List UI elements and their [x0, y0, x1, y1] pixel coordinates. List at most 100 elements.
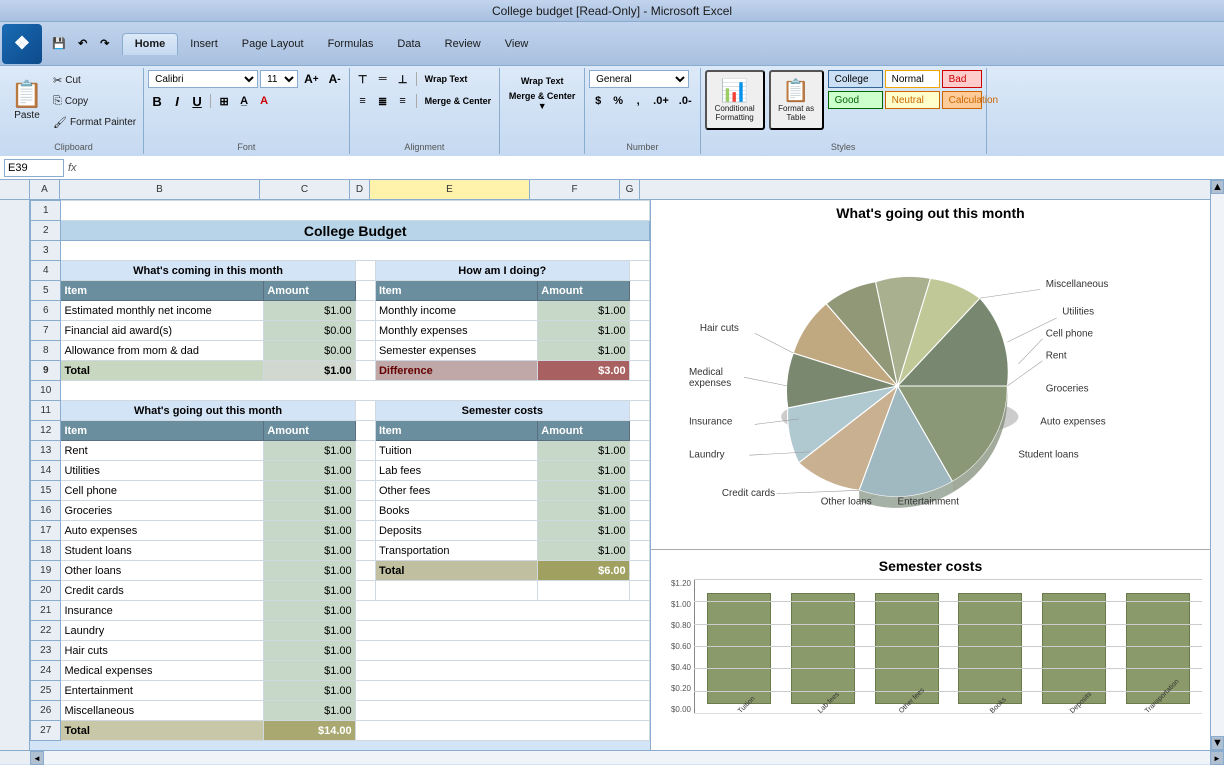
paste-button[interactable]: 📋 Paste	[8, 70, 46, 130]
conditional-formatting-button[interactable]: 📊 Conditional Formatting	[705, 70, 765, 130]
office-button[interactable]: ❖	[2, 24, 42, 64]
wrap-text-button[interactable]: Wrap Text	[421, 70, 472, 88]
accounting-button[interactable]: $	[589, 92, 607, 110]
style-neutral[interactable]: Neutral	[885, 91, 940, 109]
align-top-button[interactable]: ⊤	[354, 70, 372, 88]
border-button[interactable]: ⊞	[215, 92, 233, 110]
italic-button[interactable]: I	[168, 92, 186, 110]
title-bar: College budget [Read-Only] - Microsoft E…	[0, 0, 1224, 22]
style-bad[interactable]: Bad	[942, 70, 982, 88]
svg-text:Laundry: Laundry	[689, 449, 725, 460]
style-calculation[interactable]: Calculation	[942, 91, 982, 109]
font-group: Calibri 11 A+ A- B I U ⊞ A̲ A Font	[144, 68, 350, 154]
copy-button[interactable]: ⎘ Copy	[50, 91, 139, 111]
row-num: 21	[31, 601, 61, 621]
vertical-scrollbar[interactable]: ▲ ▼	[1210, 180, 1224, 750]
percent-button[interactable]: %	[609, 92, 627, 110]
row-num: 3	[31, 241, 61, 261]
budget-title: College Budget	[61, 221, 650, 241]
wrap-text-ribbon-button[interactable]: Wrap Text	[502, 72, 582, 90]
font-size-select[interactable]: 11	[260, 70, 298, 88]
coming-in-header: What's coming in this month	[61, 261, 355, 281]
table-row: 12 Item Amount Item Amount	[31, 421, 650, 441]
svg-text:Utilities: Utilities	[1062, 307, 1094, 318]
ribbon: 📋 Paste ✂ Cut ⎘ Copy 🖌 Format Painter	[0, 66, 1224, 156]
table-row: 8 Allowance from mom & dad $0.00 Semeste…	[31, 341, 650, 361]
svg-text:expenses: expenses	[689, 378, 731, 389]
formula-input[interactable]	[81, 162, 1220, 174]
align-center-button[interactable]: ≣	[374, 92, 392, 110]
horizontal-scrollbar[interactable]: ◄ ►	[0, 750, 1224, 764]
align-left-button[interactable]: ≡	[354, 92, 372, 110]
semester-header: Semester costs	[375, 401, 629, 421]
col-header-d: D	[350, 180, 370, 199]
col-header-b: B	[60, 180, 260, 199]
table-row: 23 Hair cuts $1.00	[31, 641, 650, 661]
table-row: 24 Medical expenses $1.00	[31, 661, 650, 681]
increase-font-button[interactable]: A+	[300, 70, 323, 88]
redo-qat-button[interactable]: ↷	[96, 35, 114, 53]
row-num: 18	[31, 541, 61, 561]
row-num: 25	[31, 681, 61, 701]
col-header-e: E	[370, 180, 530, 199]
undo-qat-button[interactable]: ↶	[74, 35, 92, 53]
fill-color-button[interactable]: A̲	[235, 92, 253, 110]
svg-text:Student loans: Student loans	[1018, 449, 1078, 460]
row-num: 9	[31, 361, 61, 381]
table-row: 5 Item Amount Item Amount	[31, 281, 650, 301]
bar-lab-fees: Lab fees	[783, 579, 863, 713]
row-num: 2	[31, 221, 61, 241]
bar-books: Books	[950, 579, 1030, 713]
table-row: 11 What's going out this month Semester …	[31, 401, 650, 421]
spreadsheet-table: 1 2 College Budget 3	[30, 200, 650, 741]
style-normal[interactable]: Normal	[885, 70, 940, 88]
row-num: 13	[31, 441, 61, 461]
merge-center-ribbon-button[interactable]: Merge & Center ▼	[502, 92, 582, 110]
merge-center-button[interactable]: Merge & Center	[421, 92, 496, 110]
comma-button[interactable]: ,	[629, 92, 647, 110]
col-header-a: A	[30, 180, 60, 199]
tab-home[interactable]: Home	[122, 33, 179, 55]
style-good[interactable]: Good	[828, 91, 883, 109]
cut-button[interactable]: ✂ Cut	[50, 70, 139, 90]
row-num: 24	[31, 661, 61, 681]
number-format-select[interactable]: General	[589, 70, 689, 88]
row-num: 16	[31, 501, 61, 521]
svg-text:Insurance: Insurance	[689, 416, 733, 427]
bar-chart-title: Semester costs	[659, 558, 1202, 574]
svg-text:Miscellaneous: Miscellaneous	[1046, 279, 1109, 290]
decrease-font-button[interactable]: A-	[325, 70, 345, 88]
tab-data[interactable]: Data	[385, 33, 432, 55]
row-num: 15	[31, 481, 61, 501]
tab-review[interactable]: Review	[433, 33, 493, 55]
cell-reference[interactable]	[4, 159, 64, 177]
underline-button[interactable]: U	[188, 92, 206, 110]
save-qat-button[interactable]: 💾	[48, 35, 70, 53]
font-color-button[interactable]: A	[255, 92, 273, 110]
number-label: Number	[626, 140, 658, 152]
table-row: 16 Groceries $1.00 Books $1.00	[31, 501, 650, 521]
row-num: 17	[31, 521, 61, 541]
align-right-button[interactable]: ≡	[394, 92, 412, 110]
format-as-table-button[interactable]: 📋 Format as Table	[769, 70, 824, 130]
align-middle-button[interactable]: ═	[374, 70, 392, 88]
tab-page-layout[interactable]: Page Layout	[230, 33, 316, 55]
decrease-decimal-button[interactable]: .0-	[675, 92, 696, 110]
table-row: 19 Other loans $1.00 Total $6.00	[31, 561, 650, 581]
svg-text:Cell phone: Cell phone	[1046, 329, 1094, 340]
font-name-select[interactable]: Calibri	[148, 70, 258, 88]
svg-text:Auto expenses: Auto expenses	[1040, 416, 1105, 427]
style-college[interactable]: College	[828, 70, 883, 88]
table-row: 25 Entertainment $1.00	[31, 681, 650, 701]
bold-button[interactable]: B	[148, 92, 166, 110]
styles-label: Styles	[831, 140, 856, 152]
increase-decimal-button[interactable]: .0+	[649, 92, 673, 110]
tab-formulas[interactable]: Formulas	[316, 33, 386, 55]
table-row: 14 Utilities $1.00 Lab fees $1.00	[31, 461, 650, 481]
row-num: 7	[31, 321, 61, 341]
format-painter-button[interactable]: 🖌 Format Painter	[50, 112, 139, 132]
tab-view[interactable]: View	[493, 33, 541, 55]
align-bottom-button[interactable]: ⊥	[394, 70, 412, 88]
svg-text:Entertainment: Entertainment	[898, 497, 960, 508]
tab-insert[interactable]: Insert	[178, 33, 230, 55]
